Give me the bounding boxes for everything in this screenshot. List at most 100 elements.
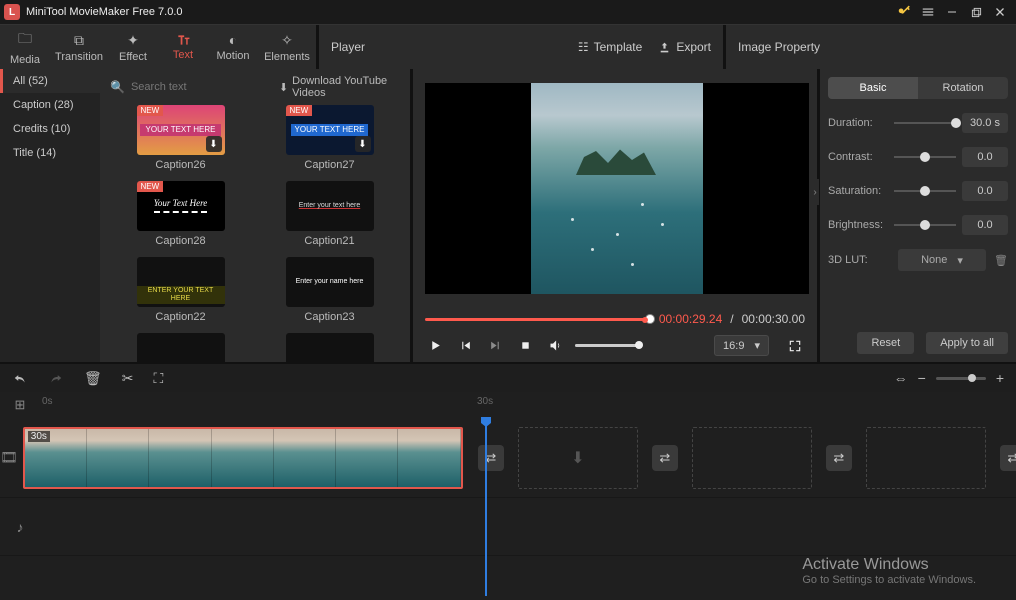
- search-icon: 🔍: [110, 80, 125, 94]
- ruler-track[interactable]: 0s 30s: [40, 392, 1016, 418]
- transition-slot-3[interactable]: ⇄: [826, 445, 852, 471]
- saturation-slider[interactable]: [894, 190, 956, 192]
- delete-button[interactable]: 🗑: [84, 370, 102, 387]
- new-badge: NEW: [137, 105, 164, 116]
- video-track-content[interactable]: 30s ⇄ ⬇ ⇄ ⇄ ⇄: [18, 418, 1016, 497]
- prev-button[interactable]: [455, 336, 475, 356]
- brightness-label: Brightness:: [828, 219, 888, 231]
- zoom-slider[interactable]: [936, 377, 986, 380]
- progress-bar[interactable]: [425, 318, 651, 321]
- apply-all-button[interactable]: Apply to all: [926, 332, 1008, 354]
- zoom-out-button[interactable]: −: [918, 370, 926, 386]
- playhead[interactable]: [485, 418, 487, 596]
- timeline-toolbar: 🗑 ✂ ⛶ ⇔ − +: [0, 362, 1016, 392]
- tab-media[interactable]: 🗀Media: [0, 25, 50, 69]
- tab-motion[interactable]: ◐Motion: [208, 25, 258, 69]
- contrast-slider[interactable]: [894, 156, 956, 158]
- audio-track-content[interactable]: [40, 498, 1016, 555]
- transition-slot-1[interactable]: ⇄: [478, 445, 504, 471]
- thumb-caption26[interactable]: NEWYOUR TEXT HERE⬇ Caption26: [112, 105, 249, 171]
- redo-button[interactable]: [48, 371, 64, 385]
- category-title[interactable]: Title (14): [0, 141, 100, 165]
- undo-button[interactable]: [12, 371, 28, 385]
- current-time: 00:00:29.24: [659, 312, 722, 326]
- download-youtube-link[interactable]: ⬇Download YouTube Videos: [279, 75, 400, 99]
- fit-button[interactable]: ⇔: [894, 370, 908, 386]
- crop-button[interactable]: ⛶: [154, 370, 164, 387]
- duration-slider[interactable]: [894, 122, 956, 124]
- player-header: Player ☷Template Export: [319, 25, 723, 69]
- video-track: 🎞 30s ⇄ ⬇ ⇄ ⇄ ⇄: [0, 418, 1016, 498]
- thumbnail-grid[interactable]: NEWYOUR TEXT HERE⬇ Caption26 NEWYOUR TEX…: [100, 105, 410, 362]
- duration-value[interactable]: 30.0 s: [962, 113, 1008, 133]
- drop-slot-1[interactable]: ⬇: [518, 427, 638, 489]
- volume-slider[interactable]: [575, 344, 643, 347]
- text-icon: [175, 33, 191, 47]
- template-button[interactable]: ☷Template: [578, 40, 642, 54]
- category-credits[interactable]: Credits (10): [0, 117, 100, 141]
- contrast-value[interactable]: 0.0: [962, 147, 1008, 167]
- next-button[interactable]: [485, 336, 505, 356]
- tab-effect[interactable]: ✦Effect: [108, 25, 158, 69]
- play-button[interactable]: [425, 336, 445, 356]
- aspect-ratio-select[interactable]: 16:9▾: [714, 335, 769, 356]
- thumb-caption23[interactable]: Enter your name here Caption23: [261, 257, 398, 323]
- tab-elements[interactable]: ✧Elements: [258, 25, 316, 69]
- panel-collapse-button[interactable]: ›: [811, 179, 819, 205]
- split-button[interactable]: ✂: [122, 370, 134, 387]
- timeline: 🎞 30s ⇄ ⬇ ⇄ ⇄ ⇄ ♪ Activate Windows Go to…: [0, 418, 1016, 600]
- audio-track: ♪: [0, 498, 1016, 556]
- prop-tab-basic[interactable]: Basic: [828, 77, 918, 99]
- close-icon[interactable]: [988, 0, 1012, 24]
- minimize-icon[interactable]: [940, 0, 964, 24]
- download-button[interactable]: ⬇: [206, 136, 222, 152]
- category-all[interactable]: All (52): [0, 69, 100, 93]
- brightness-value[interactable]: 0.0: [962, 215, 1008, 235]
- thumb-caption28[interactable]: NEWYour Text Here Caption28: [112, 181, 249, 247]
- motion-icon: ◐: [229, 32, 237, 48]
- zoom-in-button[interactable]: +: [996, 370, 1004, 386]
- thumb-partial-2[interactable]: [261, 333, 398, 362]
- prop-tab-rotation[interactable]: Rotation: [918, 77, 1008, 99]
- menu-icon[interactable]: [916, 0, 940, 24]
- maximize-icon[interactable]: [964, 0, 988, 24]
- reset-button[interactable]: Reset: [857, 332, 914, 354]
- tab-text[interactable]: Text: [158, 25, 208, 69]
- audio-track-icon: ♪: [0, 519, 40, 535]
- video-preview[interactable]: [425, 83, 809, 294]
- stop-button[interactable]: [515, 336, 535, 356]
- properties-panel: › Basic Rotation Duration: 30.0 s Contra…: [820, 69, 1016, 362]
- brightness-slider[interactable]: [894, 224, 956, 226]
- clip-duration: 30s: [28, 431, 50, 442]
- license-key-icon[interactable]: [892, 0, 916, 24]
- volume-icon[interactable]: [545, 336, 565, 356]
- search-input[interactable]: [131, 81, 273, 93]
- lut-select[interactable]: None▾: [898, 249, 986, 271]
- new-badge: NEW: [137, 181, 164, 192]
- thumb-caption27[interactable]: NEWYOUR TEXT HERE⬇ Caption27: [261, 105, 398, 171]
- transition-slot-4[interactable]: ⇄: [1000, 445, 1016, 471]
- tab-transition[interactable]: ⧉Transition: [50, 25, 108, 69]
- lut-delete-button[interactable]: 🗑: [994, 254, 1008, 267]
- track-add-icon[interactable]: ⊞: [0, 397, 40, 413]
- download-button[interactable]: ⬇: [355, 136, 371, 152]
- thumb-partial-1[interactable]: [112, 333, 249, 362]
- media-browser: All (52) Caption (28) Credits (10) Title…: [0, 69, 410, 362]
- main-toolbar: 🗀Media ⧉Transition ✦Effect Text ◐Motion …: [0, 24, 1016, 69]
- transition-icon: ⧉: [74, 32, 84, 49]
- drop-slot-2[interactable]: [692, 427, 812, 489]
- fullscreen-button[interactable]: [785, 336, 805, 356]
- new-badge: NEW: [286, 105, 313, 116]
- category-caption[interactable]: Caption (28): [0, 93, 100, 117]
- transition-slot-2[interactable]: ⇄: [652, 445, 678, 471]
- app-logo: L: [4, 4, 20, 20]
- thumb-caption21[interactable]: Enter your text here Caption21: [261, 181, 398, 247]
- saturation-value[interactable]: 0.0: [962, 181, 1008, 201]
- export-button[interactable]: Export: [658, 40, 711, 54]
- drop-slot-3[interactable]: [866, 427, 986, 489]
- video-clip[interactable]: 30s: [23, 427, 463, 489]
- contrast-label: Contrast:: [828, 151, 888, 163]
- ruler-mark-30: 30s: [477, 396, 493, 407]
- lut-label: 3D LUT:: [828, 254, 888, 266]
- thumb-caption22[interactable]: ENTER YOUR TEXT HERE Caption22: [112, 257, 249, 323]
